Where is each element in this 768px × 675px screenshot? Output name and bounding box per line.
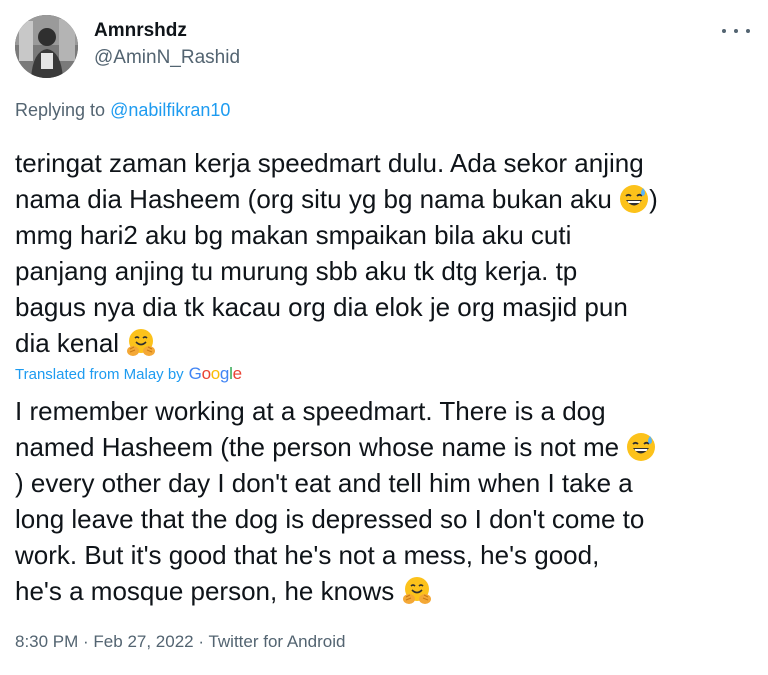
tweet-metadata: 8:30 PM · Feb 27, 2022 · Twitter for And… <box>15 632 345 652</box>
avatar[interactable] <box>15 15 78 78</box>
text-fragment: named Hasheem (the person whose name is … <box>15 432 620 462</box>
text-line: named Hasheem (the person whose name is … <box>15 429 760 465</box>
text-fragment: nama dia Hasheem (org situ yg bg nama bu… <box>15 184 612 214</box>
google-logo: Google <box>188 364 242 383</box>
text-line: teringat zaman kerja speedmart dulu. Ada… <box>15 148 644 178</box>
hugging-face-icon <box>402 576 432 606</box>
text-line: nama dia Hasheem (org situ yg bg nama bu… <box>15 181 760 217</box>
text-fragment: dia kenal <box>15 328 120 358</box>
grinning-face-with-sweat-icon <box>619 184 649 214</box>
text-line: panjang anjing tu murung sbb aku tk dtg … <box>15 256 578 286</box>
more-options-icon[interactable] <box>722 24 750 38</box>
tweet-date[interactable]: Feb 27, 2022 <box>93 632 193 651</box>
more-dot <box>722 29 726 33</box>
tweet-time[interactable]: 8:30 PM <box>15 632 78 651</box>
tweet-original-text: teringat zaman kerja speedmart dulu. Ada… <box>15 145 760 361</box>
tweet-card: Amnrshdz @AminN_Rashid Replying to @nabi… <box>0 0 768 675</box>
tweet-source[interactable]: Twitter for Android <box>208 632 345 651</box>
text-line: he's a mosque person, he knows <box>15 573 760 609</box>
text-fragment: ) <box>649 184 658 214</box>
replying-to-label: Replying to <box>15 100 111 120</box>
text-fragment: he's a mosque person, he knows <box>15 576 395 606</box>
reply-mention-link[interactable]: @nabilfikran10 <box>110 100 230 120</box>
more-dot <box>746 29 750 33</box>
text-line: work. But it's good that he's not a mess… <box>15 540 600 570</box>
text-line: I remember working at a speedmart. There… <box>15 396 606 426</box>
more-dot <box>734 29 738 33</box>
text-line: ) every other day I don't eat and tell h… <box>15 468 633 498</box>
grinning-face-with-sweat-icon <box>626 432 656 462</box>
meta-separator: · <box>193 632 209 651</box>
replying-to: Replying to @nabilfikran10 <box>15 100 230 121</box>
translation-label: Translated from Malay by <box>15 365 184 383</box>
hugging-face-icon <box>126 328 156 358</box>
author-display-name[interactable]: Amnrshdz <box>94 20 187 42</box>
tweet-translated-text: I remember working at a speedmart. There… <box>15 393 760 609</box>
meta-separator: · <box>78 632 94 651</box>
text-line: bagus nya dia tk kacau org dia elok je o… <box>15 292 628 322</box>
translation-attribution[interactable]: Translated from Malay by Google <box>15 364 242 384</box>
author-handle[interactable]: @AminN_Rashid <box>94 47 240 69</box>
text-line: long leave that the dog is depressed so … <box>15 504 645 534</box>
text-line: mmg hari2 aku bg makan smpaikan bila aku… <box>15 220 572 250</box>
text-line: dia kenal <box>15 325 760 361</box>
